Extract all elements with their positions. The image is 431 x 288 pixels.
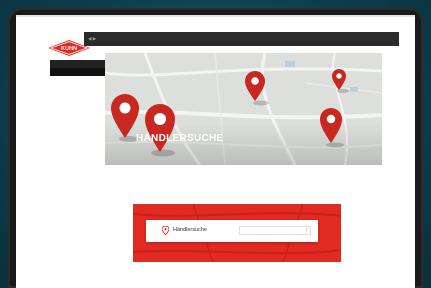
utility-bar: ◀ ▶: [84, 32, 399, 46]
kuhn-logo[interactable]: KUHN: [48, 40, 90, 56]
sidenav-item-1[interactable]: [50, 60, 105, 68]
hero-map-banner: [105, 53, 382, 165]
search-submit-icon[interactable]: ›: [306, 227, 308, 233]
dealer-search-card: Händlersuche ›: [146, 220, 318, 242]
logo-text: KUHN: [61, 46, 77, 52]
location-pin-icon: [162, 226, 169, 235]
dealer-search-label: Händlersuche: [173, 227, 207, 233]
sidenav-item-2[interactable]: [50, 68, 105, 76]
dealer-search-input[interactable]: [239, 226, 311, 235]
side-navigation: [50, 57, 105, 272]
hero-title: HÄNDLERSUCHE: [136, 133, 224, 144]
map-illustration: [105, 53, 382, 165]
